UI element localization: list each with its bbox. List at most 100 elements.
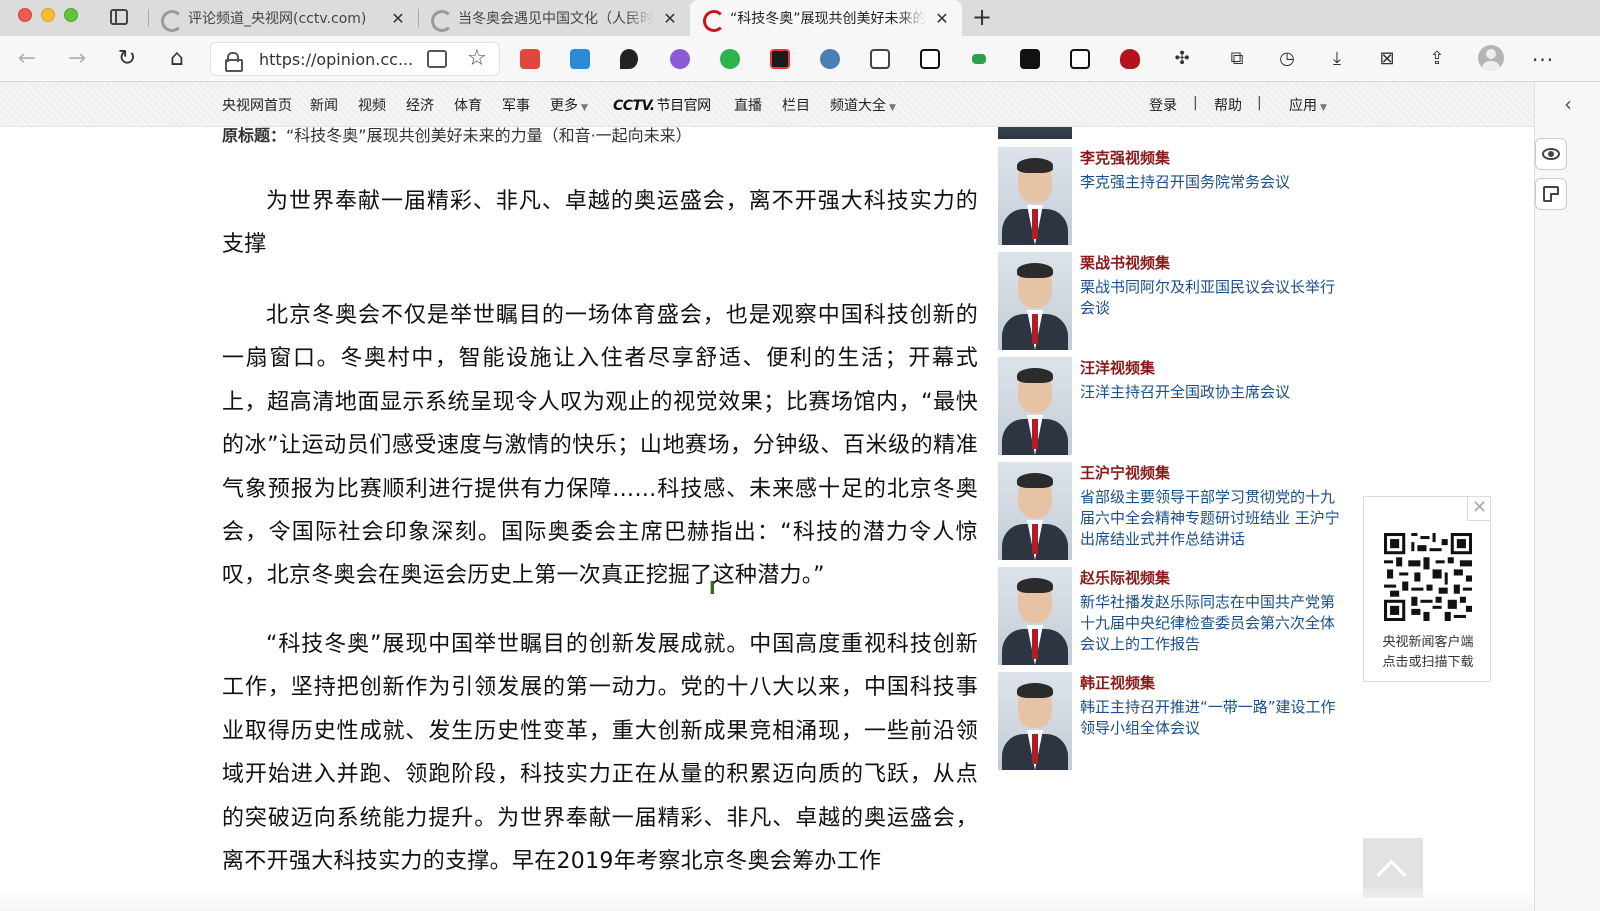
tab-winter-olympics-culture[interactable]: 当冬奥会遇见中国文化（人民时评） ✕ <box>418 0 690 36</box>
share-icon[interactable]: ⇪ <box>1425 47 1449 71</box>
address-bar[interactable]: https://opinion.cc... ☆ <box>210 42 500 76</box>
leader-photo[interactable] <box>998 252 1072 350</box>
leader-photo[interactable] <box>998 462 1072 560</box>
cctv-favicon-icon <box>702 9 720 27</box>
eye-icon <box>1542 148 1560 160</box>
forward-button[interactable]: → <box>62 44 92 74</box>
add-favorite-icon[interactable]: ☆ <box>467 46 487 71</box>
close-icon[interactable]: ✕ <box>1467 497 1491 521</box>
cctv-favicon-icon <box>430 9 448 27</box>
qr-code-icon[interactable] <box>1384 533 1472 621</box>
leader-photo[interactable] <box>998 672 1072 770</box>
window-minimize-button[interactable] <box>41 8 55 22</box>
leader-collection-title[interactable]: 赵乐际视频集 <box>1080 567 1170 588</box>
extension-museum-icon[interactable] <box>1070 49 1090 69</box>
leader-photo[interactable] <box>998 567 1072 665</box>
leader-video-item[interactable]: 李克强视频集 李克强主持召开国务院常务会议 <box>998 147 1338 245</box>
more-menu-icon[interactable]: ··· <box>1532 48 1554 72</box>
nav-channels-label: 频道大全 <box>830 98 886 114</box>
leader-video-item[interactable]: 赵乐际视频集 新华社播发赵乐际同志在中国共产党第十九届中央纪律检查委员会第六次全… <box>998 567 1338 665</box>
nav-economy[interactable]: 经济 <box>406 95 434 115</box>
tab-close-icon[interactable]: ✕ <box>390 9 406 28</box>
history-icon[interactable]: ◷ <box>1275 47 1299 71</box>
collections-icon[interactable]: ⧉ <box>1225 47 1249 71</box>
leader-video-item[interactable]: 韩正视频集 韩正主持召开推进“一带一路”建设工作领导小组全体会议 <box>998 672 1338 770</box>
reader-view-icon[interactable] <box>427 50 447 68</box>
home-button[interactable]: ⌂ <box>162 44 192 74</box>
sidebar-collapse-icon[interactable]: ‹ <box>1535 82 1600 127</box>
tab-commentary[interactable]: 评论频道_央视网(cctv.com) ✕ <box>148 0 418 36</box>
nav-military[interactable]: 军事 <box>502 95 530 115</box>
tab-close-icon[interactable]: ✕ <box>934 9 950 28</box>
window-zoom-button[interactable] <box>64 8 78 22</box>
tab-tech-olympics[interactable]: “科技冬奥”展现共创美好未来的力量 ✕ <box>690 0 962 36</box>
extension-flag-icon[interactable] <box>972 54 986 64</box>
nav-home[interactable]: 央视网首页 <box>222 95 292 115</box>
new-tab-button[interactable]: + <box>972 4 992 30</box>
tab-actions-icon[interactable] <box>110 9 128 25</box>
leader-collection-title[interactable]: 栗战书视频集 <box>1080 252 1170 273</box>
immersive-reader-button[interactable] <box>1535 138 1567 170</box>
notes-button[interactable] <box>1535 178 1567 210</box>
nav-columns[interactable]: 栏目 <box>782 95 810 115</box>
tab-title: 当冬奥会遇见中国文化（人民时评） <box>458 8 654 28</box>
nav-separator: | <box>1257 95 1262 111</box>
extension-pin-icon[interactable] <box>620 49 638 69</box>
leader-collection-title[interactable]: 李克强视频集 <box>1080 147 1170 168</box>
leader-video-link[interactable]: 李克强主持召开国务院常务会议 <box>1080 172 1340 193</box>
leader-video-link[interactable]: 栗战书同阿尔及利亚国民议会议长举行会谈 <box>1080 277 1340 319</box>
extension-globe-icon[interactable] <box>820 49 840 69</box>
help-link[interactable]: 帮助 <box>1214 95 1242 115</box>
leader-video-item[interactable]: 汪洋视频集 汪洋主持召开全国政协主席会议 <box>998 357 1338 455</box>
nav-live[interactable]: 直播 <box>734 95 762 115</box>
extension-copy-icon[interactable] <box>870 49 890 69</box>
leader-video-link[interactable]: 省部级主要领导干部学习贯彻党的十九届六中全会精神专题研讨班结业 王沪宁出席结业式… <box>1080 487 1340 550</box>
url-text[interactable]: https://opinion.cc... <box>259 50 413 69</box>
program-site-label: 节目官网 <box>657 98 711 114</box>
leader-video-link[interactable]: 新华社播发赵乐际同志在中国共产党第十九届中央纪律检查委员会第六次全体会议上的工作… <box>1080 592 1340 655</box>
cctv-logo[interactable]: CCTV.节目官网 <box>613 95 711 115</box>
extension-p-icon[interactable] <box>920 49 940 69</box>
app-download-promo[interactable]: ✕ 央视新闻客户端 点击或扫描下载 <box>1363 496 1491 682</box>
math-solver-icon[interactable]: ⊠ <box>1375 47 1399 71</box>
nav-channels[interactable]: 频道大全▼ <box>830 95 896 115</box>
leader-video-link[interactable]: 汪洋主持召开全国政协主席会议 <box>1080 382 1340 403</box>
refresh-button[interactable]: ↻ <box>112 44 142 74</box>
profile-avatar[interactable] <box>1478 45 1504 71</box>
cctv-logo-text: CCTV. <box>613 98 655 114</box>
nav-separator: | <box>1193 95 1198 111</box>
leader-video-item[interactable]: 栗战书视频集 栗战书同阿尔及利亚国民议会议长举行会谈 <box>998 252 1338 350</box>
window-close-button[interactable] <box>18 8 32 22</box>
extension-h-icon[interactable] <box>1020 49 1040 69</box>
extension-s-icon[interactable] <box>570 49 590 69</box>
tab-close-icon[interactable]: ✕ <box>662 9 678 28</box>
note-icon <box>1543 186 1559 202</box>
leader-collection-title[interactable]: 韩正视频集 <box>1080 672 1155 693</box>
promo-caption: 央视新闻客户端 点击或扫描下载 <box>1364 633 1492 673</box>
extensions-puzzle-icon[interactable]: ✣ <box>1170 47 1194 71</box>
original-title-label: 原标题： <box>222 126 286 145</box>
leader-photo[interactable] <box>998 147 1072 245</box>
lock-icon[interactable] <box>225 52 239 68</box>
extension-dark-icon[interactable] <box>770 49 790 69</box>
back-button[interactable]: ← <box>12 44 42 74</box>
browser-sidebar: ‹ <box>1534 82 1600 911</box>
leader-collection-title[interactable]: 王沪宁视频集 <box>1080 462 1170 483</box>
extension-shield-icon[interactable] <box>1120 49 1140 69</box>
address-toolbar: ← → ↻ ⌂ https://opinion.cc... ☆ 3 ✣ ⧉ ◷ … <box>0 36 1600 82</box>
extension-green-icon[interactable] <box>720 49 740 69</box>
leader-video-item[interactable]: 王沪宁视频集 省部级主要领导干部学习贯彻党的十九届六中全会精神专题研讨班结业 王… <box>998 462 1338 560</box>
extension-red-icon[interactable] <box>520 49 540 69</box>
leader-photo[interactable] <box>998 357 1072 455</box>
download-icon[interactable]: ⤓ <box>1325 47 1349 71</box>
nav-video[interactable]: 视频 <box>358 95 386 115</box>
leader-video-link[interactable]: 韩正主持召开推进“一带一路”建设工作领导小组全体会议 <box>1080 697 1340 739</box>
nav-news[interactable]: 新闻 <box>310 95 338 115</box>
apps-menu[interactable]: 应用▼ <box>1289 95 1327 115</box>
nav-more[interactable]: 更多▼ <box>550 95 588 115</box>
nav-sports[interactable]: 体育 <box>454 95 482 115</box>
extension-purple-icon[interactable] <box>670 49 690 69</box>
leader-collection-title[interactable]: 汪洋视频集 <box>1080 357 1155 378</box>
tab-separator <box>418 9 419 27</box>
login-link[interactable]: 登录 <box>1149 95 1177 115</box>
